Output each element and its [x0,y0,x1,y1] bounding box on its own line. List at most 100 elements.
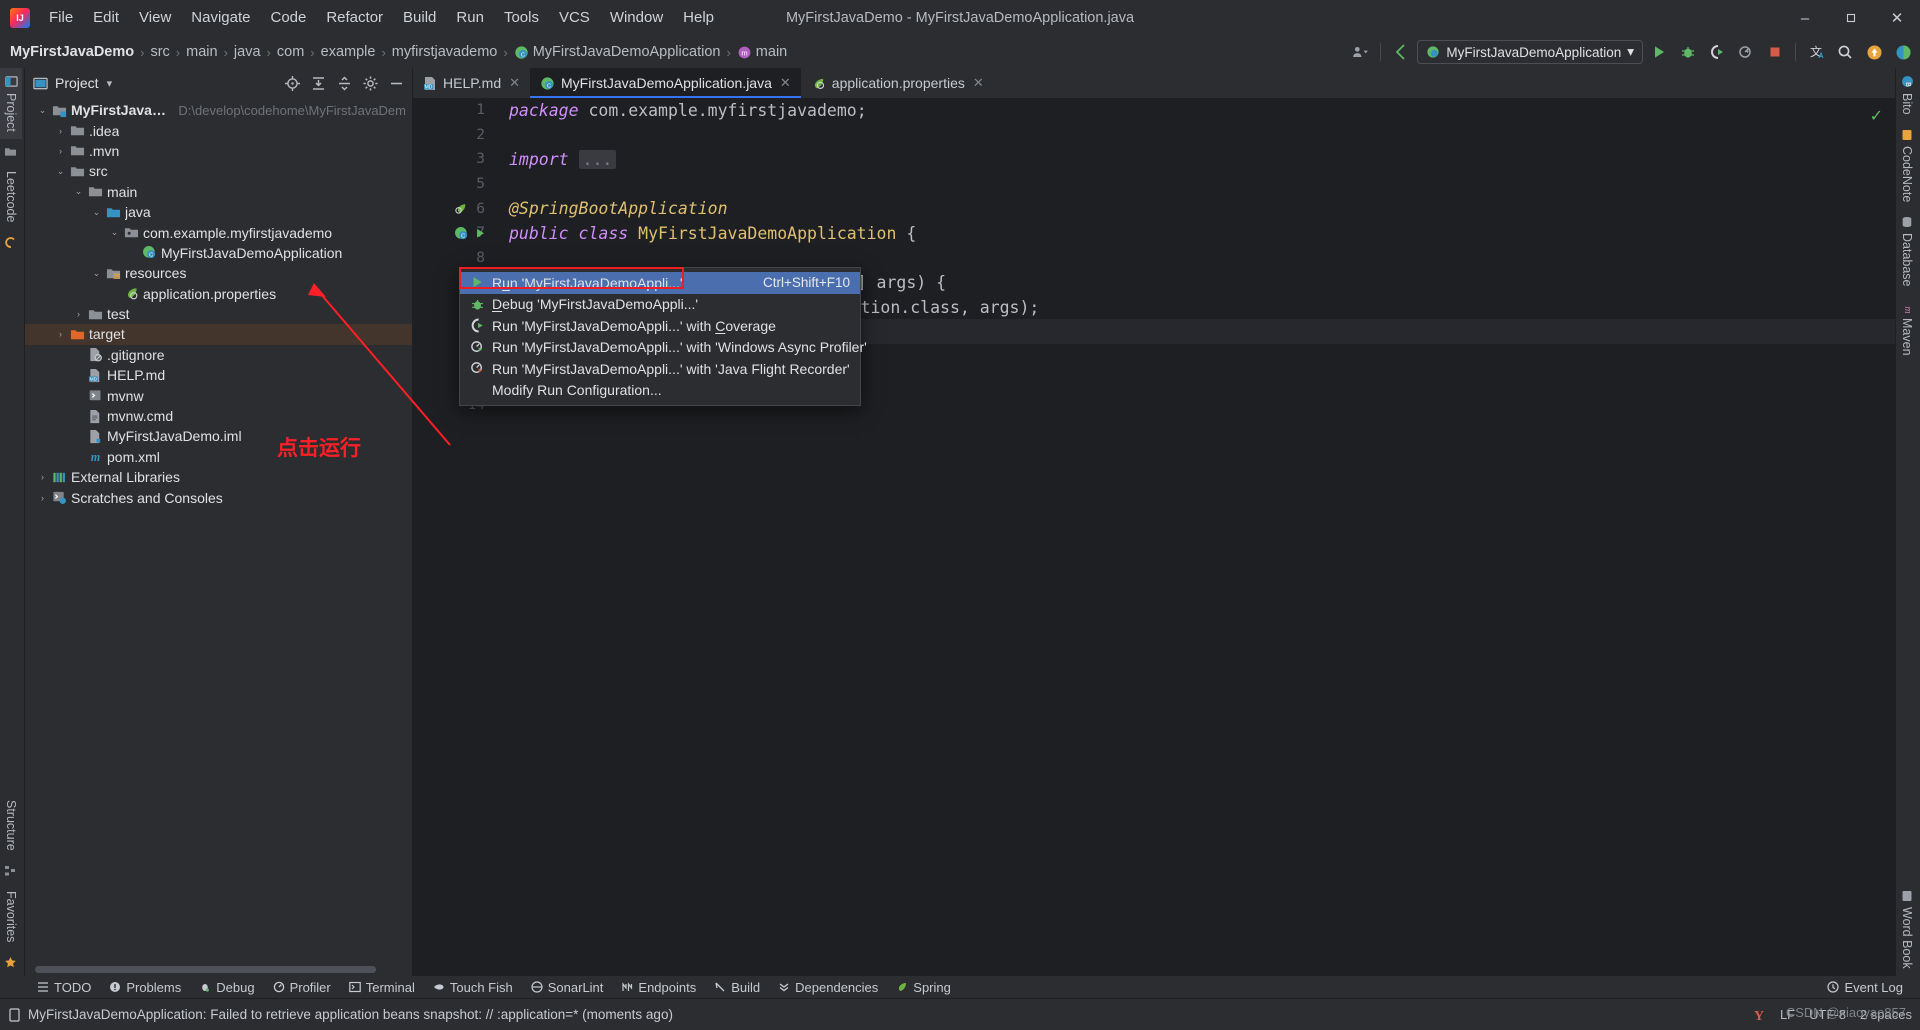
spring-bean-icon[interactable] [453,201,469,217]
tree-node[interactable]: › .idea [25,120,412,140]
menu-vcs[interactable]: VCS [550,6,599,29]
chevron-down-icon[interactable]: ⌄ [89,207,104,218]
strip-item-structure[interactable]: Structure [0,793,22,858]
menu-tools[interactable]: Tools [495,6,548,29]
menu-navigate[interactable]: Navigate [182,6,259,29]
import-fold-placeholder[interactable]: ... [578,149,617,169]
menu-help[interactable]: Help [674,6,723,29]
run-gutter-icon[interactable] [473,226,487,240]
tab-myfirstjavademoapplication-java[interactable]: C MyFirstJavaDemoApplication.java ✕ [530,68,801,98]
editor-tabs[interactable]: MD HELP.md ✕ C MyFirstJavaDemoApplicatio… [413,68,1895,98]
gutter-line[interactable]: 6 [413,196,491,221]
tree-node[interactable]: ⌄ src [25,161,412,181]
updates-icon[interactable] [1861,39,1887,65]
close-icon[interactable]: ✕ [973,75,984,91]
gutter-line[interactable]: 1 [413,98,491,123]
chevron-right-icon[interactable]: › [53,146,68,156]
menu-edit[interactable]: Edit [84,6,128,29]
tree-node[interactable]: › .mvn [25,141,412,161]
status-message[interactable]: MyFirstJavaDemoApplication: Failed to re… [8,1007,673,1022]
strip-item-favorites-icon[interactable] [0,949,21,976]
menu-build[interactable]: Build [394,6,445,29]
tree-node[interactable]: › External Libraries [25,467,412,487]
chevron-down-icon[interactable]: ▾ [1627,44,1634,60]
close-icon[interactable]: ✕ [509,75,520,91]
bottom-item-spring[interactable]: Spring [889,978,958,997]
event-log-button[interactable]: Event Log [1820,978,1910,997]
window-controls[interactable]: – ✕ [1782,0,1920,36]
spring-class-icon[interactable]: C [453,225,469,241]
run-icon[interactable] [1646,39,1672,65]
close-icon[interactable]: ✕ [780,75,791,91]
chevron-down-icon[interactable]: ⌄ [89,268,104,279]
bottom-item-todo[interactable]: TODO [30,978,98,997]
strip-item-wordbook[interactable]: Word Book [1896,883,1918,976]
breadcrumb-item-class[interactable]: C MyFirstJavaDemoApplication [514,44,720,60]
bottom-item-profiler[interactable]: Profiler [266,978,338,997]
strip-item-structure-icon[interactable] [0,858,20,884]
bottom-item-debug[interactable]: Debug [192,978,261,997]
search-everywhere-icon[interactable] [1832,39,1858,65]
editor-gutter[interactable]: 12356C7891011121314 [413,98,491,976]
strip-item-bito[interactable]: B Bito [1896,68,1918,122]
tree-node[interactable]: ⌄ com.example.myfirstjavademo [25,222,412,242]
breadcrumb-item-java[interactable]: java [234,44,261,60]
tree-node[interactable]: › Scratches and Consoles [25,487,412,507]
menu-refactor[interactable]: Refactor [317,6,392,29]
menu-file[interactable]: File [40,6,82,29]
tree-node[interactable]: ⌄ MyFirstJavaDemo D:\develop\codehome\MyFi… [25,100,412,120]
strip-item-csdn[interactable] [0,229,22,257]
close-button[interactable]: ✕ [1874,0,1920,36]
tree-node[interactable]: C MyFirstJavaDemoApplication [25,243,412,263]
bottom-item-sonarlint[interactable]: SonarLint [524,978,611,997]
context-menu-item[interactable]: Run 'MyFirstJavaDemoAppli...' with 'Wind… [460,337,867,359]
context-menu-item[interactable]: Run 'MyFirstJavaDemoAppli...' with Cover… [460,315,860,337]
debug-icon[interactable] [1675,39,1701,65]
hide-panel-icon[interactable] [384,71,408,95]
chevron-right-icon[interactable]: › [35,493,50,503]
menu-code[interactable]: Code [261,6,315,29]
gutter-line[interactable]: 3 [413,147,491,172]
stop-icon[interactable] [1762,39,1788,65]
project-tree-hscrollbar[interactable] [35,966,398,973]
menu-run[interactable]: Run [447,6,493,29]
run-context-menu[interactable]: Run 'MyFirstJavaDemoAppli...' Ctrl+Shift+… [459,267,867,406]
run-with-coverage-icon[interactable] [1704,39,1730,65]
chevron-right-icon[interactable]: › [71,309,86,319]
bottom-item-dependencies[interactable]: Dependencies [771,978,885,997]
profiler-icon[interactable] [1733,39,1759,65]
chevron-down-icon[interactable]: ⌄ [71,186,86,197]
breadcrumb-item-example[interactable]: example [321,44,376,60]
bottom-item-endpoints[interactable]: Endpoints [614,978,703,997]
gutter-line[interactable]: C7 [413,221,491,246]
project-tree[interactable]: ⌄ MyFirstJavaDemo D:\develop\codehome\MyFi… [25,98,412,976]
strip-item-bookmarks[interactable] [0,139,21,164]
context-menu-item[interactable]: Run 'MyFirstJavaDemoAppli...' Ctrl+Shift+… [460,272,860,294]
menu-bar[interactable]: File Edit View Navigate Code Refactor Bu… [40,6,723,29]
breadcrumb-item-src[interactable]: src [150,44,169,60]
run-configuration-selector[interactable]: MyFirstJavaDemoApplication ▾ [1417,40,1643,64]
breadcrumb-item-com[interactable]: com [277,44,304,60]
collapse-all-icon[interactable] [332,71,356,95]
inspection-status-icon[interactable]: ✓ [1870,106,1883,126]
tab-application-properties[interactable]: application.properties ✕ [801,68,994,98]
breadcrumb-item-myfirstjavademo[interactable]: myfirstjavademo [392,44,498,60]
yandex-icon[interactable]: Y [1752,1007,1766,1023]
context-menu-item[interactable]: Debug 'MyFirstJavaDemoAppli...' [460,294,860,316]
code-editor[interactable]: 12356C7891011121314 package com.example.… [413,98,1895,976]
maximize-button[interactable] [1828,0,1874,36]
breadcrumb-item-main-method[interactable]: m main [737,44,787,60]
strip-item-codenote[interactable]: CodeNote [1896,122,1918,209]
strip-item-database[interactable]: Database [1896,209,1918,294]
expand-all-icon[interactable] [306,71,330,95]
bottom-item-build[interactable]: Build [707,978,767,997]
strip-item-favorites[interactable]: Favorites [0,884,22,949]
context-menu-item[interactable]: Run 'MyFirstJavaDemoAppli...' with 'Java… [460,358,860,380]
strip-item-maven[interactable]: m Maven [1896,293,1918,363]
code-content[interactable]: package com.example.myfirstjavademo; imp… [491,98,1895,976]
ide-icon[interactable] [1890,39,1916,65]
chevron-down-icon[interactable]: ▾ [107,77,113,90]
chevron-down-icon[interactable]: ⌄ [53,166,68,177]
gutter-line[interactable]: 2 [413,123,491,148]
tree-node[interactable]: ⌄ java [25,202,412,222]
